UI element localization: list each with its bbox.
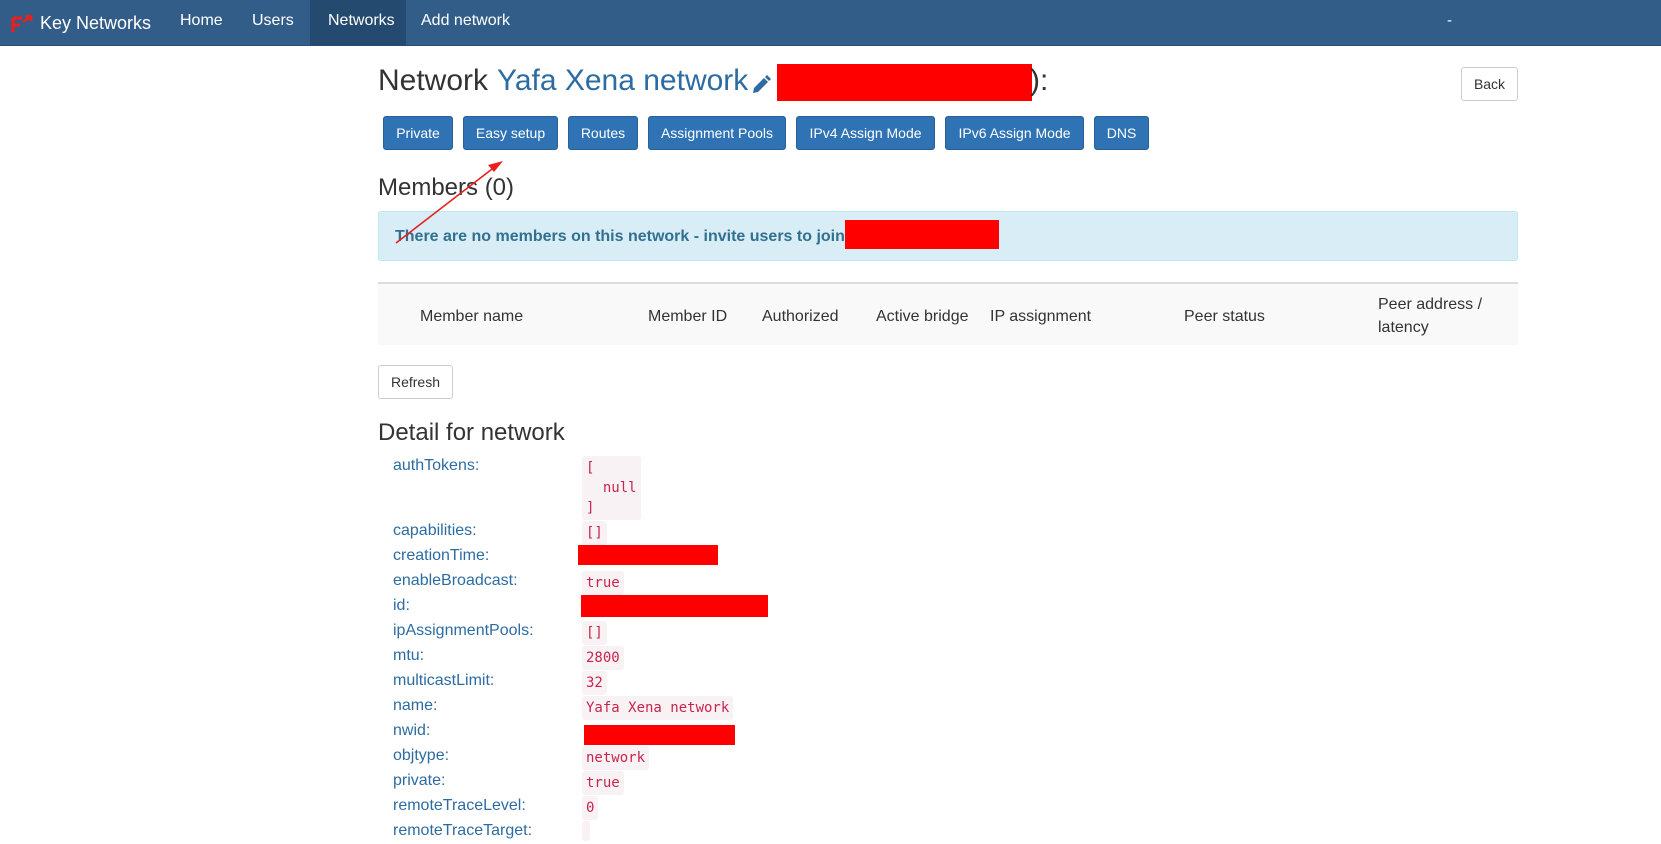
field-value-ipassignmentpools: [] (582, 621, 607, 645)
top-navbar: Key Networks Home Users Networks Add net… (0, 0, 1661, 46)
nav-home[interactable]: Home (162, 0, 241, 46)
field-key-enablebroadcast: enableBroadcast: (393, 572, 518, 589)
col-member-name: Member name (420, 308, 524, 325)
col-member-id: Member ID (648, 308, 728, 325)
field-key-mtu: mtu: (393, 647, 425, 664)
redacted-nwid (584, 725, 735, 745)
field-value-mtu: 2800 (582, 646, 624, 670)
col-ip-assignment: IP assignment (990, 308, 1092, 325)
field-key-nwid: nwid: (393, 722, 431, 739)
col-active-bridge: Active bridge (876, 308, 969, 325)
field-key-authtokens: authTokens: (393, 457, 480, 474)
nav-users[interactable]: Users (234, 0, 312, 46)
field-key-creationtime: creationTime: (393, 547, 490, 564)
private-button[interactable]: Private (383, 116, 453, 150)
field-value-authtokens: [ null ] (582, 456, 641, 520)
user-menu[interactable]: - (1447, 0, 1452, 46)
refresh-button[interactable]: Refresh (378, 365, 453, 399)
ipv4-assign-mode-button[interactable]: IPv4 Assign Mode (796, 116, 935, 150)
field-key-id: id: (393, 597, 410, 614)
nav-add-network[interactable]: Add network (403, 0, 528, 46)
brand-label: Key Networks (40, 12, 152, 33)
assignment-pools-button[interactable]: Assignment Pools (648, 116, 786, 150)
field-key-ipassignmentpools: ipAssignmentPools: (393, 622, 534, 639)
network-logo-icon (10, 12, 36, 34)
pencil-icon[interactable] (750, 70, 772, 93)
field-value-objtype: network (582, 746, 650, 770)
brand-link[interactable]: Key Networks (10, 0, 151, 46)
field-key-remotetracelevel: remoteTraceLevel: (393, 797, 526, 814)
members-heading: Members (0) (378, 174, 515, 201)
field-value-capabilities: [] (582, 521, 607, 545)
field-key-private: private: (393, 772, 446, 789)
field-value-multicastlimit: 32 (582, 671, 607, 695)
field-value-name: Yafa Xena network (582, 696, 734, 720)
no-members-text: There are no members on this network - i… (395, 228, 845, 245)
field-value-remotetracelevel: 0 (582, 796, 599, 820)
col-authorized: Authorized (762, 308, 839, 325)
dns-button[interactable]: DNS (1094, 116, 1149, 150)
field-key-remotetracetarget: remoteTraceTarget: (393, 822, 533, 839)
easy-setup-button[interactable]: Easy setup (463, 116, 558, 150)
col-peer-address-latency: Peer address / latency (1378, 296, 1483, 336)
title-prefix: Network (378, 64, 489, 97)
field-key-multicastlimit: multicastLimit: (393, 672, 495, 689)
redacted-join-id (845, 220, 999, 249)
title-suffix: ): (1030, 64, 1049, 97)
field-key-name: name: (393, 697, 438, 714)
field-value-enablebroadcast: true (582, 571, 624, 595)
redacted-id (581, 595, 768, 617)
field-value-private: true (582, 771, 624, 795)
field-key-objtype: objtype: (393, 747, 450, 764)
redacted-creation-time (578, 545, 718, 565)
field-key-capabilities: capabilities: (393, 522, 477, 539)
nav-networks[interactable]: Networks (310, 0, 406, 46)
detail-heading: Detail for network (378, 419, 565, 446)
members-table-header: Member name Member ID Authorized Active … (378, 282, 1518, 345)
col-peer-status: Peer status (1184, 308, 1265, 325)
network-name-link[interactable]: Yafa Xena network (497, 64, 748, 98)
page-title: Network Yafa Xena network (378, 64, 772, 98)
field-value-remotetracetarget (582, 821, 590, 841)
back-button[interactable]: Back (1461, 67, 1518, 101)
routes-button[interactable]: Routes (568, 116, 638, 150)
redacted-network-id (777, 64, 1032, 101)
ipv6-assign-mode-button[interactable]: IPv6 Assign Mode (945, 116, 1084, 150)
